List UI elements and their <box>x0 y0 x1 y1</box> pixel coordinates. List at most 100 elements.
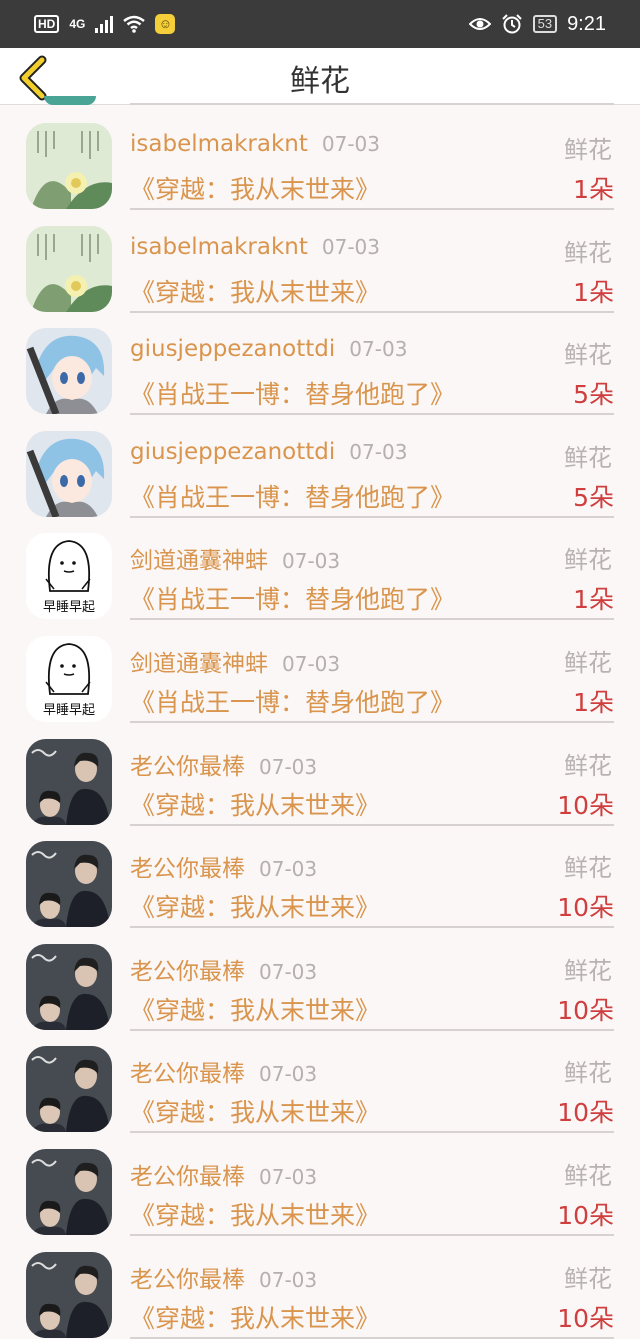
username-text[interactable]: 老公你最棒 <box>130 1164 245 1190</box>
user-avatar[interactable] <box>26 1251 112 1338</box>
gift-row[interactable]: giusjeppezanottdi 07-03 鲜花《肖战王一博：替身他跑了》 5朵 <box>0 412 640 518</box>
gift-date: 07-03 <box>282 549 341 574</box>
gift-row[interactable]: giusjeppezanottdi 07-03 鲜花 《肖战王一博：替身他跑了》 5朵 <box>0 309 640 416</box>
gift-row[interactable]: 老公你最棒 07-03 鲜花《穿越：我从末世来》 10朵 <box>0 1130 640 1236</box>
avatar-caption: 早睡早起 <box>43 600 95 615</box>
flower-count: 10朵 <box>557 1201 614 1230</box>
gift-row[interactable]: 早睡早起 剑道通囊神蚌 07-03 鲜花 《肖战王一博：替身他跑了》 1朵 <box>0 514 640 621</box>
gift-row[interactable]: 老公你最棒 07-03 鲜花 《穿越：我从末世来》 10朵 <box>0 720 640 826</box>
gift-date: 07-03 <box>259 1165 318 1189</box>
username[interactable]: 老公你最棒 07-03 <box>130 952 317 986</box>
user-avatar[interactable] <box>26 430 112 517</box>
username-text[interactable]: 剑道通囊神蚌 <box>130 651 268 677</box>
book-title-link[interactable]: 《穿越：我从末世来》 <box>130 273 380 309</box>
gift-row[interactable]: 老公你最棒 07-03 鲜花《穿越：我从末世来》 10朵 <box>0 1233 640 1339</box>
gift-date: 07-03 <box>259 959 318 984</box>
flower-count: 10朵 <box>557 1098 614 1128</box>
gift-type-label: 鲜花 <box>564 1264 612 1293</box>
flower-count: 10朵 <box>557 893 614 923</box>
gift-date: 07-03 <box>349 337 408 362</box>
avatar-caption: 早睡早起 <box>43 703 95 718</box>
gift-type-label: 鲜花 <box>564 136 612 164</box>
user-avatar[interactable] <box>26 841 112 928</box>
username[interactable]: giusjeppezanottdi 07-03 <box>130 439 407 465</box>
flower-count: 1朵 <box>573 688 614 717</box>
user-avatar[interactable]: 早睡早起 <box>26 636 112 722</box>
gift-row[interactable]: 老公你最棒 07-03 鲜花《穿越：我从末世来》 10朵 <box>0 925 640 1031</box>
username[interactable]: 老公你最棒 07-03 <box>130 1054 317 1088</box>
username[interactable]: giusjeppezanottdi 07-03 <box>130 336 407 362</box>
gift-type-label: 鲜花 <box>564 546 612 575</box>
username[interactable]: 老公你最棒 07-03 <box>130 747 317 781</box>
book-title-link[interactable]: 《肖战王一博：替身他跑了》 <box>130 580 455 616</box>
book-title-link[interactable]: 《肖战王一博：替身他跑了》 <box>130 683 455 719</box>
gift-row[interactable]: 老公你最棒 07-03 鲜花《穿越：我从末世来》 10朵 <box>0 822 640 929</box>
status-bar: HD 4G ☺ 53 9:21 <box>0 0 640 48</box>
gift-type-label: 鲜花 <box>564 854 612 883</box>
username-text[interactable]: 老公你最棒 <box>130 754 245 780</box>
book-title-link[interactable]: 《肖战王一博：替身他跑了》 <box>130 478 455 514</box>
book-title-link[interactable]: 《穿越：我从末世来》 <box>130 1299 380 1335</box>
gift-type-label: 鲜花 <box>564 751 612 780</box>
username-text[interactable]: giusjeppezanottdi <box>130 439 335 465</box>
flower-count: 10朵 <box>557 1303 614 1333</box>
app-header: 鲜花 <box>0 48 640 105</box>
network-type: 4G <box>69 17 86 31</box>
flower-count: 10朵 <box>557 995 614 1025</box>
user-avatar[interactable] <box>26 738 112 825</box>
gift-date: 07-03 <box>259 857 318 882</box>
gift-row[interactable]: 老公你最棒 07-03 鲜花《穿越：我从末世来》 10朵 <box>0 1027 640 1134</box>
username[interactable]: 老公你最棒 07-03 <box>130 1157 317 1191</box>
book-title-link[interactable]: 《穿越：我从末世来》 <box>130 888 380 924</box>
book-title-link[interactable]: 《肖战王一博：替身他跑了》 <box>130 375 455 411</box>
user-avatar[interactable]: 早睡早起 <box>26 533 112 620</box>
book-title-link[interactable]: 《穿越：我从末世来》 <box>130 1196 380 1232</box>
username-text[interactable]: 老公你最棒 <box>130 1061 245 1087</box>
gift-date: 07-03 <box>282 652 341 676</box>
book-title-link[interactable]: 《穿越：我从末世来》 <box>130 170 380 206</box>
eye-icon <box>468 18 491 30</box>
gift-type-label: 鲜花 <box>564 1059 612 1088</box>
book-title-link[interactable]: 《穿越：我从末世来》 <box>130 786 380 822</box>
gift-row[interactable]: 早睡早起 剑道通囊神蚌 07-03 鲜花 《肖战王一博：替身他跑了》 1朵 <box>0 617 640 723</box>
gift-date: 07-03 <box>349 439 408 464</box>
user-avatar[interactable] <box>26 328 112 415</box>
user-avatar[interactable] <box>26 1046 112 1133</box>
user-avatar[interactable] <box>26 1149 112 1235</box>
username[interactable]: 老公你最棒 07-03 <box>130 1260 317 1294</box>
signal-icon <box>95 15 114 33</box>
gift-type-label: 鲜花 <box>564 238 612 267</box>
gift-row[interactable]: isabelmakraknt 07-03 鲜花《穿越：我从末世来》 1朵 <box>0 104 640 210</box>
divider <box>130 1336 614 1339</box>
user-avatar[interactable] <box>26 943 112 1030</box>
book-title-link[interactable]: 《穿越：我从末世来》 <box>130 1093 380 1129</box>
username-text[interactable]: 老公你最棒 <box>130 1267 245 1293</box>
username[interactable]: isabelmakraknt 07-03 <box>130 234 380 260</box>
gift-date: 07-03 <box>321 234 381 259</box>
username-text[interactable]: 剑道通囊神蚌 <box>130 548 268 574</box>
gift-date: 07-03 <box>321 132 381 156</box>
flower-count: 5朵 <box>573 482 614 512</box>
user-avatar[interactable] <box>26 123 112 209</box>
username[interactable]: isabelmakraknt 07-03 <box>130 131 380 157</box>
gift-type-label: 鲜花 <box>564 1162 612 1190</box>
book-title-link[interactable]: 《穿越：我从末世来》 <box>130 991 380 1027</box>
username-text[interactable]: isabelmakraknt <box>130 234 308 260</box>
username-text[interactable]: 老公你最棒 <box>130 856 245 882</box>
username-text[interactable]: 老公你最棒 <box>130 959 245 985</box>
user-avatar[interactable] <box>26 225 112 312</box>
status-left: HD 4G ☺ <box>34 14 176 34</box>
gift-date: 07-03 <box>259 754 318 779</box>
gift-type-label: 鲜花 <box>564 956 612 985</box>
username[interactable]: 剑道通囊神蚌 07-03 <box>130 541 340 575</box>
wifi-icon <box>123 15 146 33</box>
gift-type-label: 鲜花 <box>564 443 612 472</box>
username-text[interactable]: isabelmakraknt <box>130 131 308 157</box>
flower-count: 1朵 <box>573 175 614 204</box>
status-right: 53 9:21 <box>468 13 606 36</box>
username[interactable]: 剑道通囊神蚌 07-03 <box>130 644 340 678</box>
username-text[interactable]: giusjeppezanottdi <box>130 336 335 362</box>
username[interactable]: 老公你最棒 07-03 <box>130 849 317 883</box>
page-title: 鲜花 <box>290 64 350 99</box>
gift-row[interactable]: isabelmakraknt 07-03 鲜花 《穿越：我从末世来》 1朵 <box>0 207 640 313</box>
